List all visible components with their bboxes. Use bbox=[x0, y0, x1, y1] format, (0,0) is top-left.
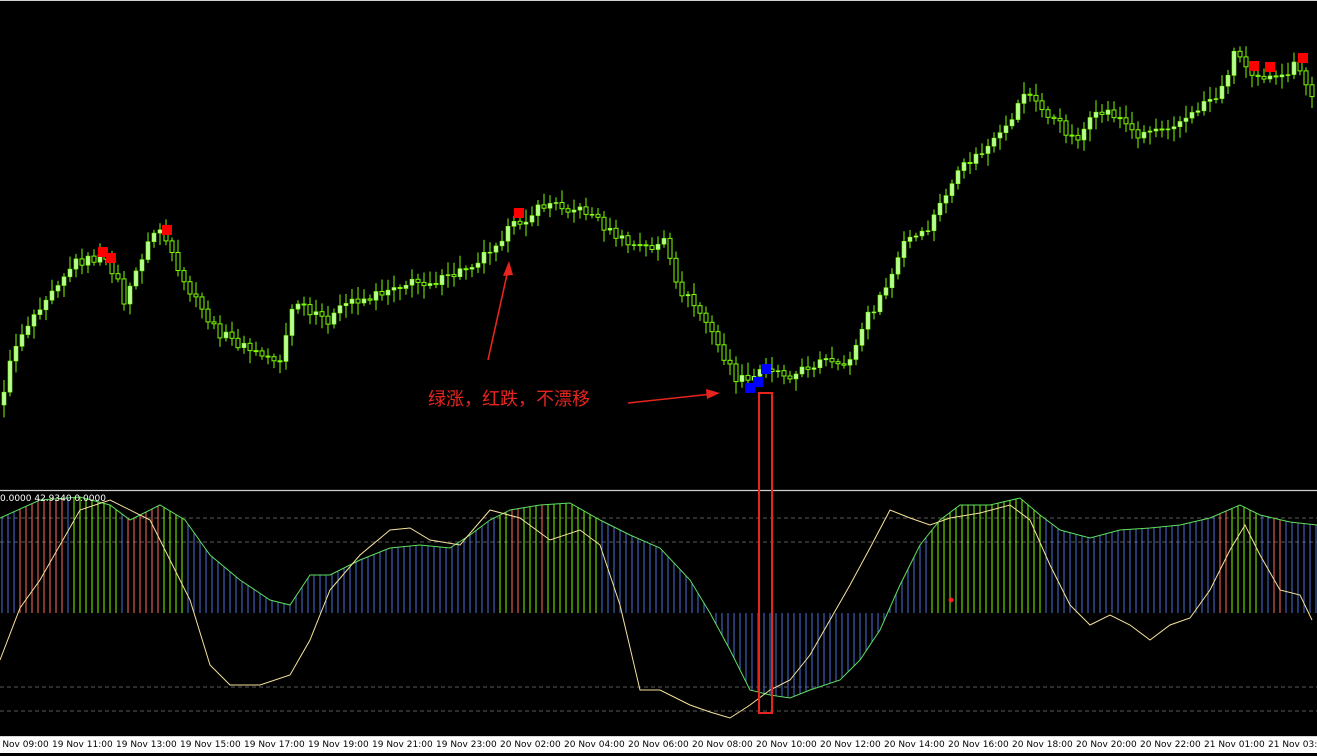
time-axis-label: 19 Nov 13:00 bbox=[116, 740, 177, 750]
time-axis: 19 Nov 09:0019 Nov 11:0019 Nov 13:0019 N… bbox=[0, 736, 1317, 753]
annotation-text: 绿涨，红跌，不漂移 bbox=[428, 389, 590, 410]
time-axis-label: 19 Nov 19:00 bbox=[308, 740, 369, 750]
candle bbox=[133, 267, 139, 290]
time-axis-label: 20 Nov 10:00 bbox=[756, 740, 817, 750]
time-axis-label: 20 Nov 22:00 bbox=[1140, 740, 1201, 750]
forex-chart[interactable]: 0.0000 42.9340 0.0000 绿涨，红跌，不漂移 19 Nov 0… bbox=[0, 0, 1317, 753]
buy-signal-marker bbox=[761, 364, 771, 374]
time-axis-label: 20 Nov 02:00 bbox=[500, 740, 561, 750]
time-axis-label: 19 Nov 15:00 bbox=[180, 740, 241, 750]
time-axis-label: 20 Nov 12:00 bbox=[820, 740, 881, 750]
indicator-values-label: 0.0000 42.9340 0.0000 bbox=[0, 494, 106, 504]
time-axis-label: 20 Nov 18:00 bbox=[1012, 740, 1073, 750]
time-axis-label: 20 Nov 14:00 bbox=[884, 740, 945, 750]
sell-signal-marker bbox=[1265, 62, 1275, 72]
sell-signal-marker bbox=[1249, 61, 1259, 71]
chart-canvas[interactable] bbox=[0, 0, 1317, 752]
time-axis-label: 20 Nov 06:00 bbox=[628, 740, 689, 750]
time-axis-label: 19 Nov 21:00 bbox=[372, 740, 433, 750]
time-axis-label: 20 Nov 20:00 bbox=[1076, 740, 1137, 750]
time-axis-label: 19 Nov 11:00 bbox=[52, 740, 113, 750]
time-axis-label: 20 Nov 08:00 bbox=[692, 740, 753, 750]
sell-signal-marker bbox=[106, 253, 116, 263]
red-dot bbox=[948, 597, 954, 603]
sell-signal-marker bbox=[162, 225, 172, 235]
time-axis-label: 20 Nov 16:00 bbox=[948, 740, 1009, 750]
sell-signal-marker bbox=[1298, 53, 1308, 63]
time-axis-label: 21 Nov 03:00 bbox=[1268, 740, 1317, 750]
time-axis-label: 19 Nov 17:00 bbox=[244, 740, 305, 750]
time-axis-label: 19 Nov 23:00 bbox=[436, 740, 497, 750]
buy-signal-marker bbox=[753, 377, 763, 387]
time-axis-label: 20 Nov 04:00 bbox=[564, 740, 625, 750]
time-axis-label: 21 Nov 01:00 bbox=[1204, 740, 1265, 750]
candle bbox=[877, 291, 883, 315]
sell-signal-marker bbox=[514, 208, 524, 218]
time-axis-label: 19 Nov 09:00 bbox=[0, 740, 49, 750]
